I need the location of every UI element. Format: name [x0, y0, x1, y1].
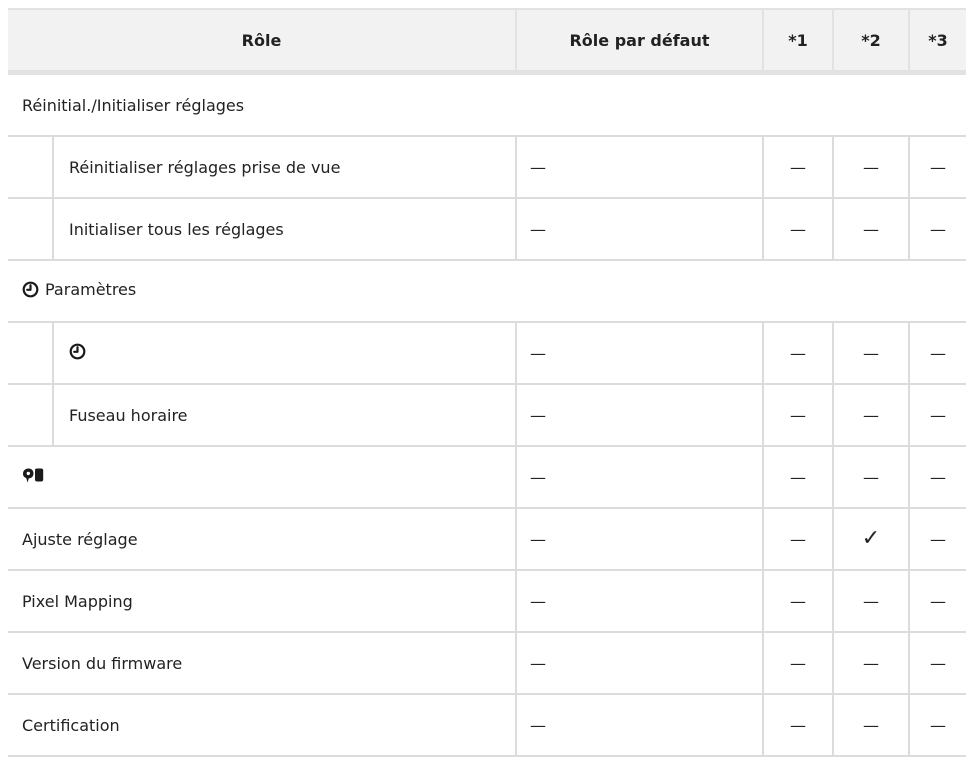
row-label: Certification	[8, 694, 516, 757]
table-row: Ajuste réglage — — ✓ —	[8, 508, 966, 571]
cell-col1: —	[762, 198, 833, 261]
cell-col3: —	[908, 198, 966, 261]
cell-col1: —	[762, 446, 833, 509]
cell-col3: —	[908, 632, 966, 695]
role-table: Rôle Rôle par défaut *1 *2 *3 Réinitial.…	[8, 8, 966, 757]
cell-col2: —	[832, 570, 909, 633]
cell-col2: —	[832, 384, 909, 447]
cell-col1: —	[762, 384, 833, 447]
cell-col1: —	[762, 136, 833, 199]
cell-col1: —	[762, 322, 833, 385]
cell-col3: —	[908, 446, 966, 509]
cell-default-role: —	[515, 508, 763, 571]
cell-col3: —	[908, 136, 966, 199]
header-col1: *1	[762, 8, 833, 75]
row-label: Initialiser tous les réglages	[8, 196, 516, 261]
cell-default-role: —	[515, 446, 763, 509]
cell-col3: —	[908, 694, 966, 757]
cell-col2: —	[832, 136, 909, 199]
cell-col3: —	[908, 570, 966, 633]
table-row-section-settings: Paramètres	[8, 260, 966, 323]
cell-default-role: —	[515, 322, 763, 385]
checkmark-icon: ✓	[832, 508, 909, 571]
cell-col2: —	[832, 322, 909, 385]
row-label: Fuseau horaire	[8, 382, 516, 447]
cell-col3: —	[908, 322, 966, 385]
cell-col1: —	[762, 508, 833, 571]
table-row: — — — —	[8, 446, 966, 509]
table-row-section-reset: Réinitial./Initialiser réglages	[8, 72, 966, 137]
table-row: Certification — — — —	[8, 694, 966, 757]
cell-col2: —	[832, 446, 909, 509]
table-row: — — — —	[8, 320, 966, 385]
table-row: Réinitialiser réglages prise de vue — — …	[8, 134, 966, 199]
table-row: Initialiser tous les réglages — — — —	[8, 196, 966, 261]
table-header-row: Rôle Rôle par défaut *1 *2 *3	[8, 8, 966, 75]
cell-col1: —	[762, 632, 833, 695]
clock-icon	[22, 281, 39, 302]
row-label: Réinitial./Initialiser réglages	[8, 72, 966, 137]
table-row: Pixel Mapping — — — —	[8, 570, 966, 633]
cell-col1: —	[762, 694, 833, 757]
row-label: Paramètres	[45, 280, 137, 299]
row-label: Pixel Mapping	[8, 570, 516, 633]
table-row: Version du firmware — — — —	[8, 632, 966, 695]
cell-default-role: —	[515, 136, 763, 199]
cell-col2: —	[832, 198, 909, 261]
cell-default-role: —	[515, 384, 763, 447]
cell-default-role: —	[515, 632, 763, 695]
table-row: Fuseau horaire — — — —	[8, 382, 966, 447]
cell-default-role: —	[515, 694, 763, 757]
row-label: Ajuste réglage	[8, 508, 516, 571]
cell-col3: —	[908, 508, 966, 571]
cell-col3: —	[908, 384, 966, 447]
clock-icon	[69, 343, 86, 364]
cell-default-role: —	[515, 198, 763, 261]
cell-col1: —	[762, 570, 833, 633]
header-col3: *3	[908, 8, 966, 75]
row-label: Version du firmware	[8, 632, 516, 695]
header-default-role: Rôle par défaut	[515, 8, 763, 75]
speech-bubbles-icon	[22, 467, 44, 489]
header-col2: *2	[832, 8, 909, 75]
header-role: Rôle	[8, 8, 516, 75]
row-label: Réinitialiser réglages prise de vue	[8, 134, 516, 199]
cell-col2: —	[832, 694, 909, 757]
cell-col2: —	[832, 632, 909, 695]
cell-default-role: —	[515, 570, 763, 633]
